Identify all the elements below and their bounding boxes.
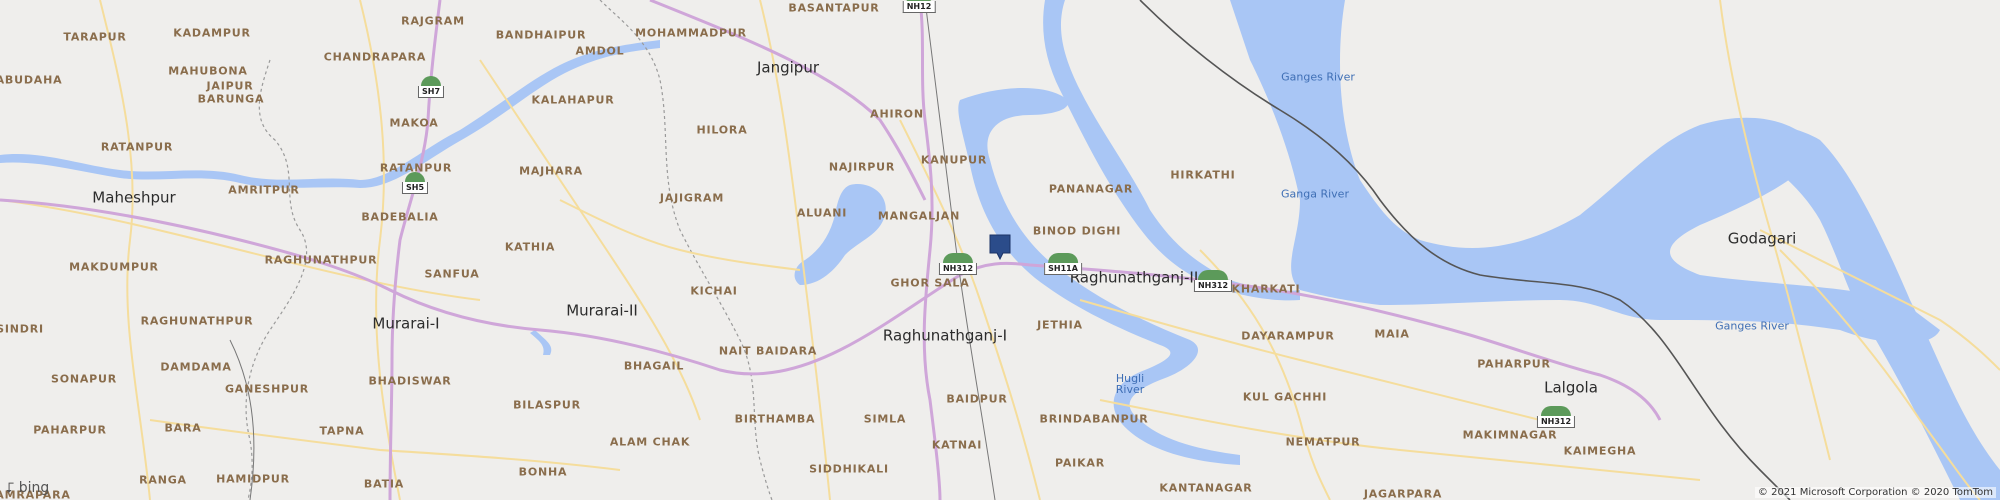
town-jangipur[interactable]: Jangipur [757, 60, 819, 76]
village-label: PAHARPUR [1477, 357, 1551, 371]
village-label: KANUPUR [920, 153, 988, 167]
road-shield-sh11a: SH11A [1044, 253, 1082, 275]
village-label: KAIMEGHA [1563, 444, 1637, 458]
village-label: MOHAMMADPUR [635, 26, 747, 40]
village-label: PANANAGAR [1048, 182, 1134, 196]
village-label: BHADISWAR [368, 374, 452, 388]
location-pin-icon[interactable] [989, 234, 1011, 260]
river-label-ganges-2: Ganges River [1715, 319, 1789, 333]
village-label: JAGARPARA [1363, 487, 1443, 500]
road-shield-nh12: NH12 [902, 0, 936, 13]
village-label: MAKOA [389, 116, 439, 130]
village-label: KATHIA [504, 240, 556, 254]
village-label: GHOR SALA [890, 276, 970, 290]
town-maheshpur[interactable]: Maheshpur [92, 190, 175, 206]
village-label: KALAHAPUR [531, 93, 615, 107]
road-shield-nh312-3: NH312 [1536, 406, 1576, 428]
village-label: MANGALJAN [877, 209, 961, 223]
village-label: GANESHPUR [224, 382, 310, 396]
town-raghunathganj-2[interactable]: Raghunathganj-II [1070, 270, 1199, 286]
town-godagari[interactable]: Godagari [1728, 231, 1797, 247]
lake-water [794, 184, 886, 285]
village-label: RAJGRAM [401, 14, 465, 28]
village-label: ALUANI [796, 206, 848, 220]
river-label-hugli: Hugli River [1115, 372, 1145, 396]
village-label: JETHIA [1037, 318, 1083, 332]
river-label-ganga: Ganga River [1281, 187, 1349, 201]
village-label: BATIA [363, 477, 405, 491]
village-label: TAPNA [319, 424, 365, 438]
village-label: ABUDAHA [0, 73, 63, 87]
village-label: SONAPUR [50, 372, 118, 386]
village-label: BARA [164, 421, 202, 435]
highway-nh12 [918, 0, 942, 500]
village-label: BHAGAIL [623, 359, 685, 373]
road-shield-nh312-1: NH312 [938, 253, 978, 275]
village-label: TARAPUR [63, 30, 127, 44]
village-label: BASANTAPUR [788, 1, 880, 15]
village-label: CHANDRAPARA [323, 50, 427, 64]
village-label: RATANPUR [100, 140, 174, 154]
village-label: MAKIMNAGAR [1462, 428, 1558, 442]
village-label: BRINDABANPUR [1039, 412, 1149, 426]
village-label: HAMIDPUR [216, 472, 290, 486]
village-label: BONHA [518, 465, 568, 479]
road-shield-nh312-2: NH312 [1193, 270, 1233, 292]
village-label: JAJIGRAM [659, 191, 725, 205]
village-label: RANGA [139, 473, 187, 487]
village-label: AMRITPUR [228, 183, 300, 197]
village-label: BILASPUR [513, 398, 581, 412]
village-label: HIRKATHI [1170, 168, 1236, 182]
highway-sh7 [388, 0, 442, 500]
village-label: DAYARAMPUR [1241, 329, 1335, 343]
village-label: BIRTHAMBA [734, 412, 816, 426]
village-label: NAJIRPUR [828, 160, 896, 174]
village-label: PAHARPUR [33, 423, 107, 437]
railway-central [924, 0, 996, 500]
map-attribution: © 2021 Microsoft Corporation © 2020 TomT… [1754, 487, 1996, 498]
village-label: BAIDPUR [946, 392, 1008, 406]
village-label: MAIA [1374, 327, 1410, 341]
village-label: JAIPUR [206, 79, 254, 93]
village-label: RAGHUNATHPUR [264, 253, 378, 267]
village-label: NEMATPUR [1285, 435, 1361, 449]
village-label: SIMLA [863, 412, 907, 426]
map-canvas[interactable]: Ganges River Ganga River Ganges River Hu… [0, 0, 2000, 500]
bing-logo[interactable]: ⮦ bing [6, 480, 49, 496]
bing-logo-icon: ⮦ [6, 480, 15, 496]
village-label: ALAM CHAK [609, 435, 691, 449]
town-raghunathganj-1[interactable]: Raghunathganj-I [883, 328, 1007, 344]
small-river-water [530, 330, 552, 355]
village-label: KADAMPUR [173, 26, 251, 40]
village-label: NAIT BAIDARA [718, 344, 818, 358]
village-label: AMDOL [575, 44, 625, 58]
village-label: SIDDHIKALI [809, 462, 889, 476]
village-label: SINDRI [0, 322, 44, 336]
village-label: AHIRON [870, 107, 924, 121]
village-label: MAHUBONA [168, 64, 248, 78]
town-lalgola[interactable]: Lalgola [1544, 380, 1598, 396]
village-label: KANTANAGAR [1159, 481, 1253, 495]
village-label: BARUNGA [197, 92, 265, 106]
village-label: PAIKAR [1055, 456, 1105, 470]
village-label: KUL GACHHI [1242, 390, 1328, 404]
village-label: DAMDAMA [160, 360, 232, 374]
village-label: KATNAI [931, 438, 983, 452]
village-label: MAKDUMPUR [69, 260, 159, 274]
village-label: BADEBALIA [361, 210, 439, 224]
village-label: BANDHAIPUR [495, 28, 587, 42]
town-murarai-2[interactable]: Murarai-II [566, 303, 638, 319]
road-shield-sh7: SH7 [417, 76, 445, 98]
village-label: RAGHUNATHPUR [140, 314, 254, 328]
river-label-ganges-1: Ganges River [1281, 70, 1355, 84]
village-label: SANFUA [424, 267, 480, 281]
village-label: KHARKATI [1231, 282, 1301, 296]
village-label: MAJHARA [519, 164, 583, 178]
village-label: HILORA [696, 123, 748, 137]
town-murarai-1[interactable]: Murarai-I [372, 316, 439, 332]
road-shield-sh5: SH5 [401, 172, 429, 194]
village-label: BINOD DIGHI [1032, 224, 1122, 238]
village-label: KICHAI [690, 284, 738, 298]
